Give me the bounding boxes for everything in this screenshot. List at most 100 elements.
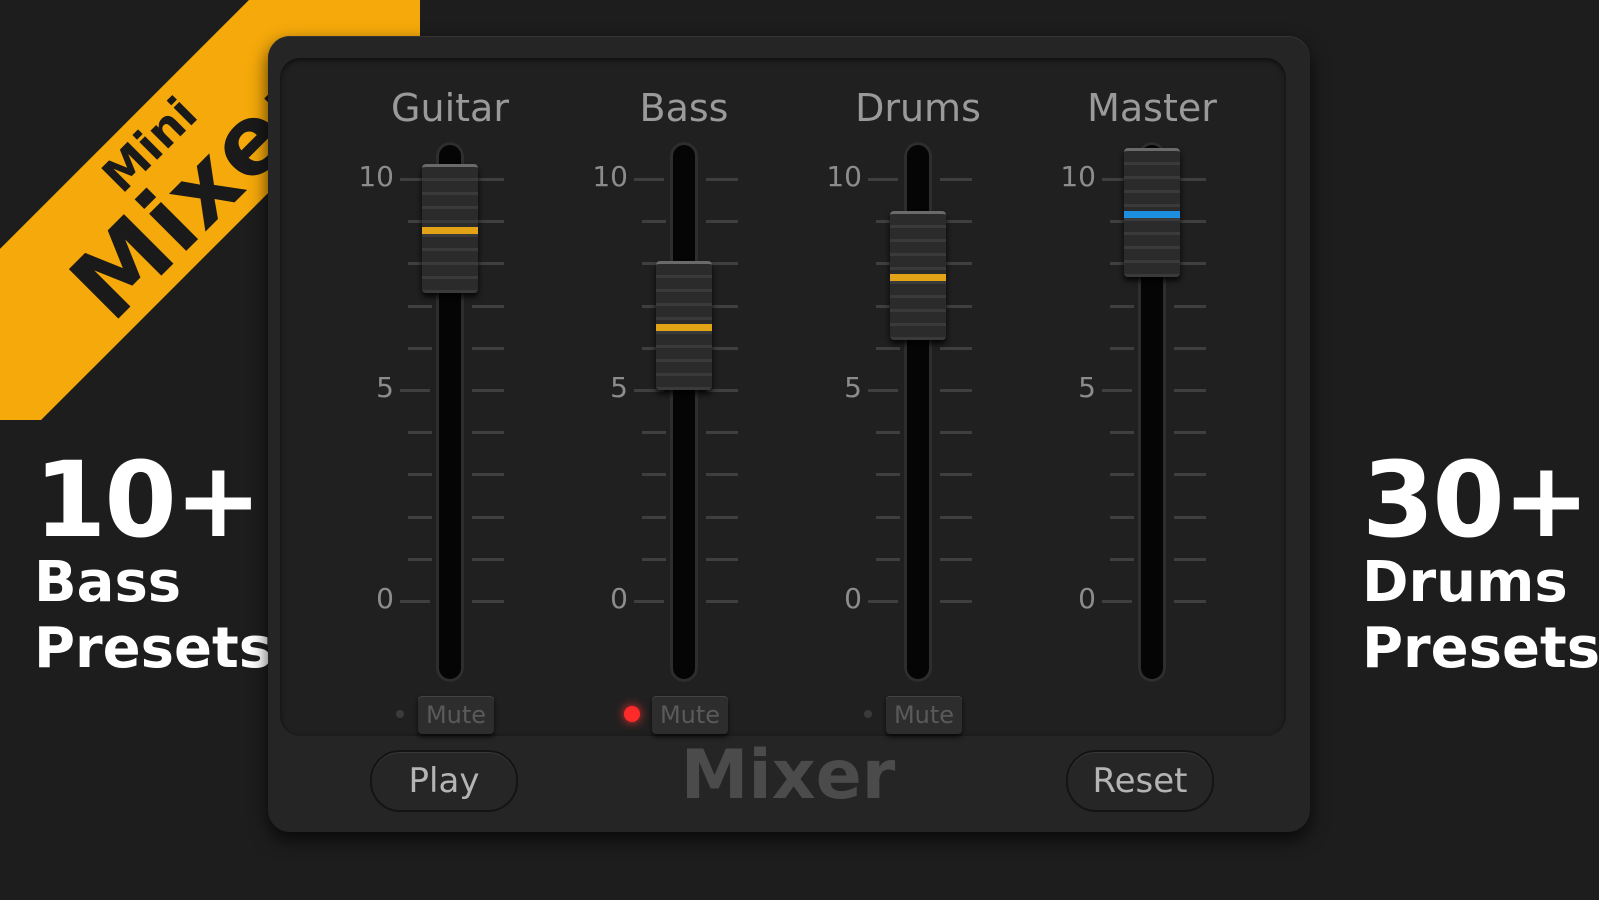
scale-tick	[408, 473, 432, 477]
fader-knob[interactable]	[890, 210, 946, 340]
scale-tick	[706, 557, 738, 561]
scale-tick	[642, 515, 666, 519]
reset-button[interactable]: Reset	[1066, 750, 1214, 812]
channel-guitar: Guitar 0 5 10 Mute	[358, 58, 540, 736]
scale-tick	[642, 557, 666, 561]
drums-presets-line2: Presets	[1362, 616, 1599, 681]
scale-label-top: 10	[826, 160, 862, 193]
fader-indicator	[890, 273, 946, 281]
scale-tick	[940, 600, 972, 603]
mute-button[interactable]: Mute	[652, 696, 728, 734]
scale-label-bottom: 0	[844, 582, 862, 615]
scale-tick	[408, 346, 432, 350]
scale-label-mid: 5	[610, 371, 628, 404]
scale-tick	[706, 431, 738, 435]
scale-label-bottom: 0	[376, 582, 394, 615]
scale-tick	[634, 178, 664, 181]
scale-tick	[1174, 473, 1206, 477]
scale-tick	[1174, 515, 1206, 519]
scale-tick	[642, 220, 666, 224]
scale-tick	[868, 178, 898, 181]
scale-tick	[940, 346, 972, 350]
mute-led	[864, 710, 872, 718]
channel-label: Drums	[855, 86, 981, 130]
scale-label-mid: 5	[376, 371, 394, 404]
scale-label-mid: 5	[844, 371, 862, 404]
scale-tick	[408, 304, 432, 308]
scale-tick	[472, 389, 504, 392]
scale-tick	[940, 178, 972, 181]
scale-tick	[940, 389, 972, 392]
scale-tick	[472, 515, 504, 519]
scale-tick	[1174, 346, 1206, 350]
fader-track[interactable]	[670, 142, 698, 682]
scale-tick	[1110, 431, 1134, 435]
mute-led	[396, 710, 404, 718]
channel-master: Master 0 5 10	[1060, 58, 1242, 736]
scale-tick	[408, 557, 432, 561]
mixer-panel: Guitar 0 5 10 Mute Bass 0 5 10 Mute Drums 0 5 10 Mute M…	[268, 36, 1310, 832]
scale-tick	[1110, 557, 1134, 561]
drums-presets-count: 30+	[1362, 439, 1590, 561]
scale-tick	[940, 515, 972, 519]
scale-label-top: 10	[1060, 160, 1096, 193]
scale-tick	[472, 473, 504, 477]
scale-tick	[876, 515, 900, 519]
scale-tick	[472, 431, 504, 435]
scale-tick	[642, 431, 666, 435]
scale-tick	[408, 515, 432, 519]
scale-tick	[706, 515, 738, 519]
bass-presets-stat: 10+ Bass Presets	[34, 448, 273, 682]
channel-label: Bass	[639, 86, 729, 130]
scale-tick	[940, 431, 972, 435]
fader-indicator	[656, 324, 712, 332]
scale-tick	[408, 431, 432, 435]
drums-presets-stat: 30+ Drums Presets	[1362, 439, 1599, 682]
fader-knob[interactable]	[656, 261, 712, 391]
scale-label-mid: 5	[1078, 371, 1096, 404]
scale-tick	[1110, 346, 1134, 350]
channel-label: Guitar	[391, 86, 509, 130]
fader-knob[interactable]	[422, 164, 478, 294]
scale-tick	[472, 346, 504, 350]
scale-tick	[868, 389, 898, 392]
scale-tick	[1174, 304, 1206, 308]
scale-tick	[706, 389, 738, 392]
scale-tick	[1110, 473, 1134, 477]
scale-tick	[706, 600, 738, 603]
scale-tick	[634, 600, 664, 603]
channel-label: Master	[1087, 86, 1217, 130]
scale-tick	[940, 473, 972, 477]
scale-tick	[706, 220, 738, 224]
scale-tick	[876, 431, 900, 435]
scale-tick	[1174, 431, 1206, 435]
scale-tick	[1174, 557, 1206, 561]
fader-indicator	[422, 227, 478, 235]
scale-tick	[876, 346, 900, 350]
scale-label-top: 10	[358, 160, 394, 193]
scale-label-bottom: 0	[610, 582, 628, 615]
scale-tick	[1110, 515, 1134, 519]
scale-tick	[472, 557, 504, 561]
scale-tick	[400, 600, 430, 603]
scale-tick	[940, 557, 972, 561]
scale-label-top: 10	[592, 160, 628, 193]
mute-button[interactable]: Mute	[886, 696, 962, 734]
fader-indicator	[1124, 210, 1180, 218]
scale-tick	[642, 473, 666, 477]
scale-label-bottom: 0	[1078, 582, 1096, 615]
fader-knob[interactable]	[1124, 147, 1180, 277]
scale-tick	[876, 473, 900, 477]
scale-tick	[400, 389, 430, 392]
play-button[interactable]: Play	[370, 750, 518, 812]
channel-bass: Bass 0 5 10 Mute	[592, 58, 774, 736]
scale-tick	[472, 600, 504, 603]
channel-strip-area: Guitar 0 5 10 Mute Bass 0 5 10 Mute Drums 0 5 10 Mute M…	[280, 58, 1286, 736]
scale-tick	[706, 473, 738, 477]
scale-tick	[1174, 389, 1206, 392]
bass-presets-line2: Presets	[34, 616, 273, 681]
scale-tick	[1102, 600, 1132, 603]
mute-button[interactable]: Mute	[418, 696, 494, 734]
scale-tick	[868, 600, 898, 603]
scale-tick	[472, 304, 504, 308]
